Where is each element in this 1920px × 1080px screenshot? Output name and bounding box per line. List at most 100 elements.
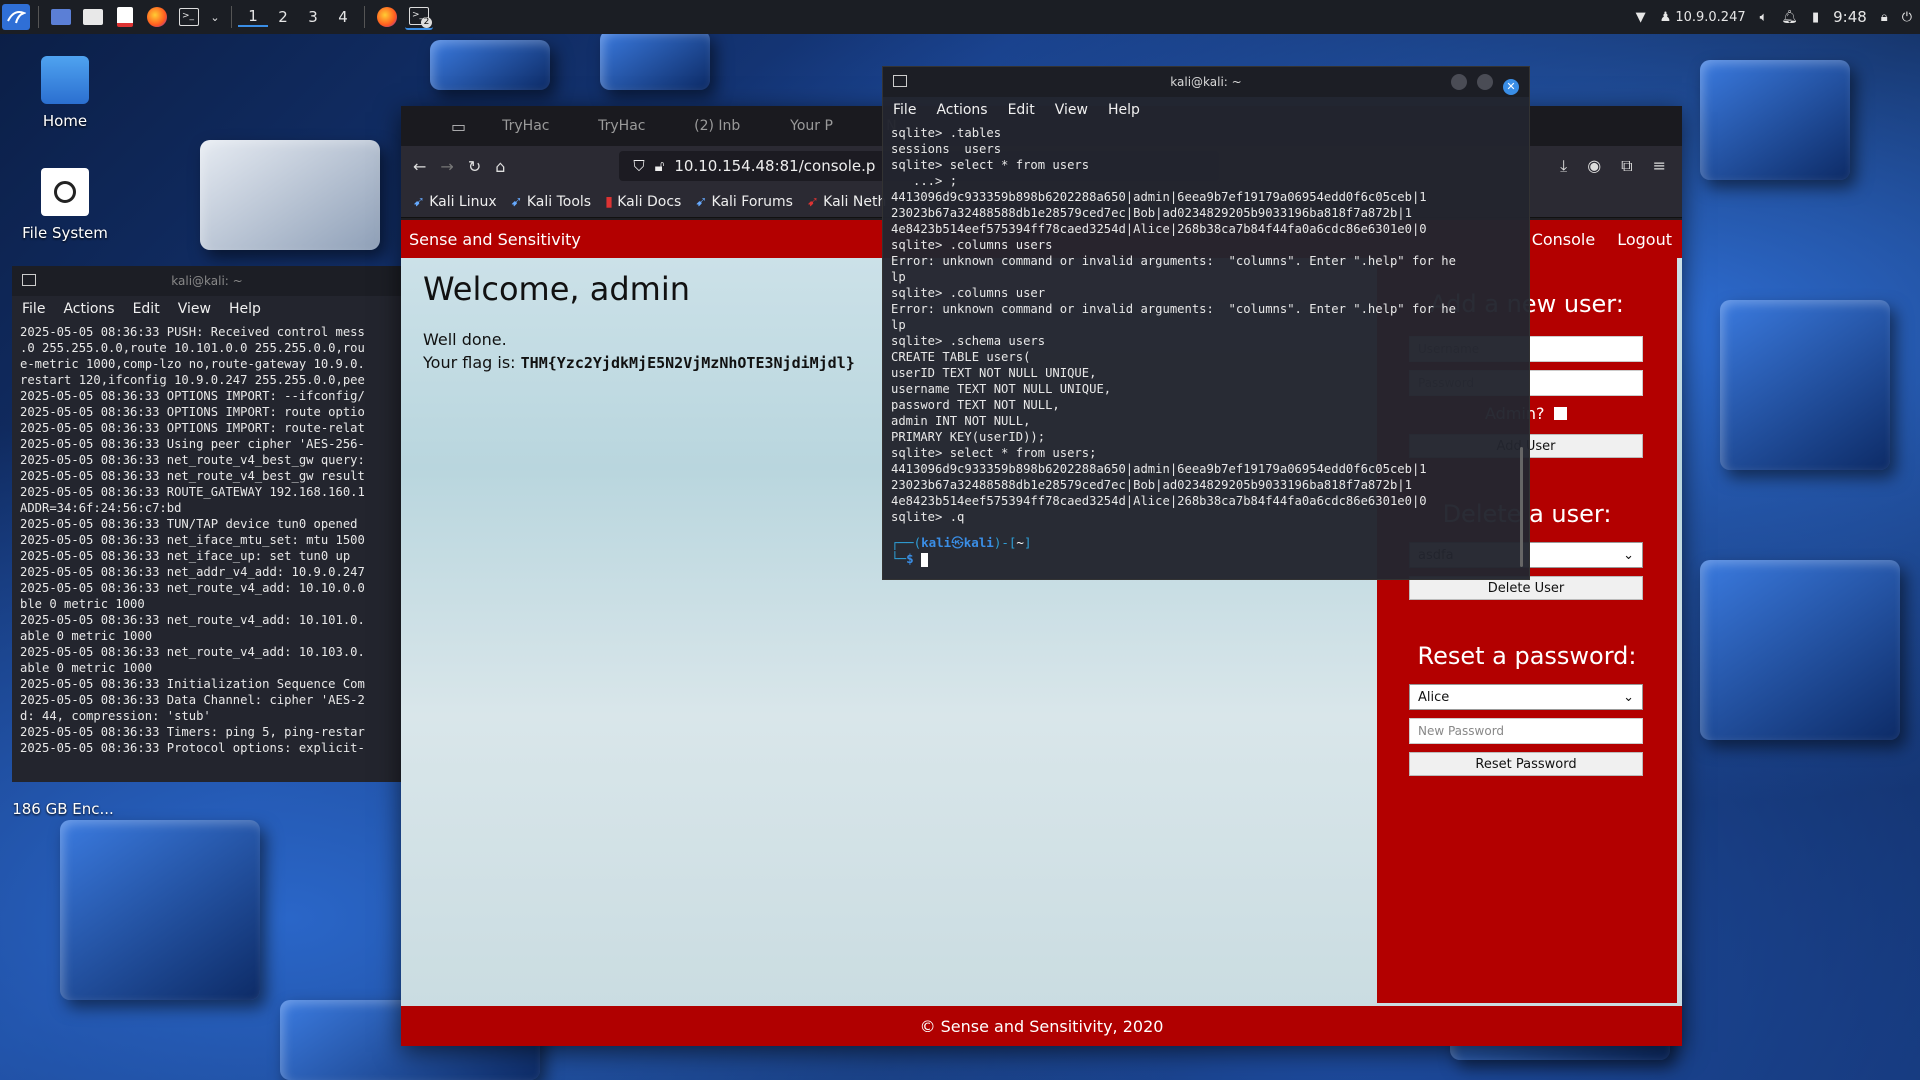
terminal-line: 2025-05-05 08:36:33 Data Channel: cipher… [20,693,365,707]
menu-help[interactable]: Help [229,301,261,317]
bookmark-kali-forums[interactable]: ➹ Kali Forums [695,194,793,210]
bookmark-kali-docs[interactable]: ▮ Kali Docs [605,194,681,210]
flag-label: Your flag is: [423,353,516,372]
maximize-button[interactable] [1477,74,1494,90]
terminal-output[interactable]: 2025-05-05 08:36:33 PUSH: Received contr… [12,322,402,756]
firefox-task-icon[interactable] [373,4,401,30]
wallpaper-cube [60,820,260,1000]
sqlite-terminal-window[interactable]: kali@kali: ~ ✕ File Actions Edit View He… [882,66,1530,580]
padlock-icon[interactable]: 🔓︎ [655,157,665,175]
tab-tryhackme-1[interactable]: TryHac [492,118,582,134]
menu-file[interactable]: File [22,301,45,317]
terminal-line: lp [891,270,906,284]
new-password-field[interactable]: New Password [1409,718,1643,744]
terminal-icon[interactable]: >_ [175,4,203,30]
vpn-status[interactable]: ♟ 10.9.0.247 [1660,10,1746,25]
back-icon[interactable]: ← [413,157,426,176]
lock-icon[interactable]: 🔒︎ [1881,10,1888,25]
text-editor-icon[interactable] [111,4,139,30]
terminal-line: 4413096d9c933359b898b6202288a650|admin|6… [891,190,1427,204]
terminal-line: 2025-05-05 08:36:33 net_route_v4_add: 10… [20,645,365,659]
reset-password-button[interactable]: Reset Password [1409,752,1643,776]
menu-actions[interactable]: Actions [936,102,987,118]
window-titlebar[interactable]: kali@kali: ~ ✕ [883,67,1529,97]
menu-help[interactable]: Help [1108,102,1140,118]
volume-icon[interactable]: 🔈︎ [1760,10,1768,25]
firefox-icon[interactable] [143,4,171,30]
extensions-icon[interactable]: ⧉ [1621,156,1632,176]
chevron-down-icon: ⌄ [1623,689,1634,705]
bookmark-kali-nethunter[interactable]: ➹ Kali Neth [807,194,886,210]
terminal-line: Error: unknown command or invalid argume… [891,254,1456,268]
admin-checkbox[interactable] [1554,407,1568,420]
terminal-line: sqlite> .columns user [891,286,1046,300]
desktop-icon-filesystem[interactable]: File System [10,168,120,242]
battery-icon[interactable]: ▮ [1812,10,1819,25]
chevron-down-icon[interactable]: ⌄ [207,4,223,30]
terminal-line: 2025-05-05 08:36:33 Using peer cipher 'A… [20,437,365,451]
terminal-task-icon[interactable]: >_ 2 [405,4,433,30]
tab-overview-icon[interactable]: ▭ [451,117,466,136]
menu-icon[interactable]: ≡ [1653,156,1666,176]
nav-console-link[interactable]: Console [1532,230,1596,249]
workspace-2[interactable]: 2 [268,8,298,26]
bookmark-kali-tools[interactable]: ➹ Kali Tools [511,194,591,210]
terminal-line: 2025-05-05 08:36:33 OPTIONS IMPORT: rout… [20,421,365,435]
desktop-icon-home[interactable]: Home [10,56,120,130]
menu-view[interactable]: View [1055,102,1088,118]
reset-user-selected: Alice [1418,689,1450,705]
reload-icon[interactable]: ↻ [468,157,481,176]
logout-icon[interactable]: ⏻ [1902,10,1912,25]
shell-prompt[interactable]: ┌──(kali㉿kali)-[~] └─$ [883,535,1529,567]
menu-view[interactable]: View [178,301,211,317]
notification-bell-icon[interactable]: 🔔︎ [1781,10,1798,25]
tab-your-p[interactable]: Your P [780,118,870,134]
terminal-line: admin INT NOT NULL, [891,414,1031,428]
tab-tryhackme-2[interactable]: TryHac [588,118,678,134]
shield-icon[interactable]: ⛉ [633,157,644,175]
menu-edit[interactable]: Edit [133,301,160,317]
clock[interactable]: 9:48 [1833,8,1867,26]
terminal-window-icon [22,274,36,286]
workspace-3[interactable]: 3 [298,8,328,26]
terminal-line: sqlite> .columns users [891,238,1053,252]
minimize-button[interactable] [1451,74,1468,90]
download-icon[interactable]: ⤓ [1560,156,1567,176]
terminal-line: 23023b67a32488588db1e28579ced7ec|Bob|ad0… [891,206,1412,220]
bookmark-kali-linux[interactable]: ➹ Kali Linux [413,194,497,210]
terminal-output[interactable]: sqlite> .tables sessions users sqlite> sel… [883,123,1529,525]
home-icon[interactable]: ⌂ [495,157,505,176]
file-manager-icon[interactable] [79,4,107,30]
reset-user-select[interactable]: Alice ⌄ [1409,684,1643,710]
terminal-line: 2025-05-05 08:36:33 net_route_v4_best_gw… [20,469,365,483]
site-brand[interactable]: Sense and Sensitivity [409,230,581,249]
menu-edit[interactable]: Edit [1008,102,1035,118]
account-icon[interactable]: ◉ [1587,156,1601,176]
terminal-line: ADDR=34:6f:24:56:c7:bd [20,501,182,515]
forward-icon[interactable]: → [440,157,453,176]
top-panel: >_ ⌄ 1 2 3 4 >_ 2 ▼ ♟ 10.9.0.247 🔈︎ 🔔︎ ▮… [0,0,1920,34]
terminal-line: 2025-05-05 08:36:33 net_route_v4_best_gw… [20,453,365,467]
kali-icon: ➹ [413,193,425,210]
kali-menu-icon[interactable] [2,4,30,30]
workspace-1[interactable]: 1 [238,7,268,27]
terminal-line: 23023b67a32488588db1e28579ced7ec|Bob|ad0… [891,478,1412,492]
wifi-icon[interactable]: ▼ [1636,10,1646,25]
tab-inbox[interactable]: (2) Inb [684,118,774,134]
show-desktop-icon[interactable] [47,4,75,30]
nav-logout-link[interactable]: Logout [1617,230,1672,249]
wallpaper-cube [430,40,550,90]
terminal-line: username TEXT NOT NULL UNIQUE, [891,382,1112,396]
terminal-menubar: File Actions Edit View Help [883,97,1529,123]
terminal-scrollbar[interactable] [1520,447,1523,567]
menu-file[interactable]: File [893,102,916,118]
page-title: Welcome, admin [423,270,690,308]
window-titlebar[interactable]: kali@kali: ~ [12,266,402,296]
close-button[interactable]: ✕ [1503,79,1519,95]
terminal-line: sqlite> .schema users [891,334,1046,348]
desktop-icon-encrypted-drive[interactable]: 186 GB Enc... [8,800,118,818]
openvpn-terminal-window[interactable]: kali@kali: ~ File Actions Edit View Help… [12,266,402,782]
menu-actions[interactable]: Actions [63,301,114,317]
workspace-4[interactable]: 4 [328,8,358,26]
terminal-count-badge: 2 [421,17,432,28]
